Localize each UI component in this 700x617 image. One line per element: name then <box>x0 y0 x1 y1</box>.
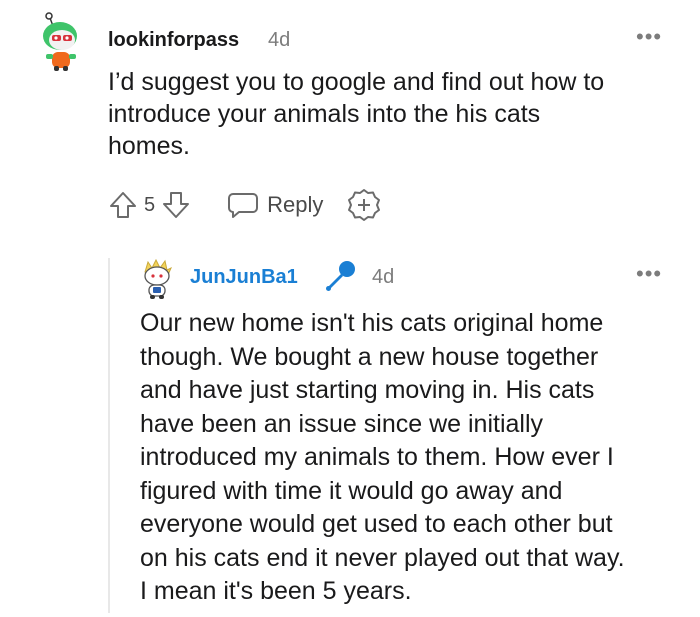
snoo-avatar-icon <box>43 12 77 71</box>
downvote-icon[interactable] <box>161 190 191 220</box>
microphone-icon <box>326 261 355 291</box>
comment-body-line: I’d suggest you to google and find out h… <box>108 68 605 96</box>
reply-body-line: on his cats end it never played out that… <box>140 543 625 572</box>
snoo-avatar-icon <box>144 258 172 299</box>
reply-age: 4d <box>372 266 395 288</box>
reply-body-line: have been an issue since we initially <box>140 409 544 438</box>
comment-body-line: homes. <box>108 132 190 160</box>
vote-count: 5 <box>144 193 156 216</box>
comment-age: 4d <box>268 29 291 51</box>
reply-body-line: I mean it's been 5 years. <box>140 577 412 605</box>
chat-bubble-icon <box>228 193 259 218</box>
reply-label: Reply <box>267 192 324 217</box>
reply-body-line: figured with time it would go away and <box>140 476 563 505</box>
avatar[interactable] <box>140 258 174 300</box>
more-options-icon[interactable]: ••• <box>636 24 662 50</box>
op-mic-icon <box>322 258 358 294</box>
op-username[interactable]: JunJunBa1 <box>190 266 298 289</box>
comment-body: I’d suggest you to google and find out h… <box>108 66 668 162</box>
reply-body-line: though. We bought a new house together <box>140 342 599 371</box>
comment-username[interactable]: lookinforpass <box>108 29 239 52</box>
thread-line[interactable] <box>108 258 110 613</box>
award-icon[interactable] <box>347 188 381 222</box>
comment-actions: 5 Reply <box>108 185 381 225</box>
upvote-icon[interactable] <box>108 190 138 220</box>
avatar[interactable] <box>38 10 84 72</box>
reply-body-line: and have just starting moving in. His ca… <box>140 376 595 404</box>
reply-button[interactable]: Reply <box>227 190 323 220</box>
reply-body: Our new home isn't his cats original hom… <box>140 307 680 609</box>
reply-body-line: Our new home isn't his cats original hom… <box>140 309 604 337</box>
reply-body-line: everyone would get used to each other bu… <box>140 510 613 538</box>
reply-body-line: introduced my animals to them. How ever … <box>140 443 614 471</box>
comment-body-line: introduce your animals into the his cats <box>108 100 541 128</box>
more-options-icon[interactable]: ••• <box>636 261 662 287</box>
